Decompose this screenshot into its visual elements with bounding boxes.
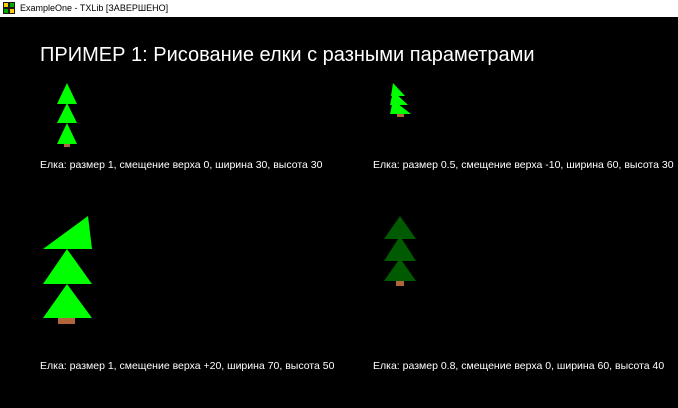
tree-drawing-4 (384, 216, 416, 286)
window-title: ExampleOne - TXLib [ЗАВЕРШЕНО] (20, 3, 169, 13)
tree-3-caption: Елка: размер 1, смещение верха +20, шири… (40, 360, 335, 372)
tree-4-tier-3 (384, 258, 416, 281)
window-titlebar: ExampleOne - TXLib [ЗАВЕРШЕНО] (0, 0, 678, 18)
tree-1-caption: Елка: размер 1, смещение верха 0, ширина… (40, 159, 323, 171)
tree-1-trunk (64, 143, 70, 147)
tree-2-tier-2 (390, 91, 408, 105)
tree-drawing-3 (43, 216, 92, 324)
tree-3-trunk (58, 317, 75, 324)
tree-4-trunk (396, 281, 404, 286)
txlib-app-icon (3, 2, 15, 14)
page-title: ПРИМЕР 1: Рисование елки с разными парам… (40, 44, 535, 66)
drawing-canvas: ПРИМЕР 1: Рисование елки с разными парам… (0, 17, 678, 408)
tree-drawing-2 (390, 83, 411, 117)
tree-4-caption: Елка: размер 0.8, смещение верха 0, шири… (373, 360, 665, 372)
tree-4-tier-2 (384, 236, 416, 261)
tree-1-tier-3 (57, 123, 77, 144)
tree-2-tier-3 (390, 100, 411, 114)
tree-1-tier-1 (57, 83, 77, 104)
tree-2-trunk (397, 113, 404, 117)
tree-2-tier-1 (391, 83, 405, 96)
tree-3-tier-2 (43, 249, 92, 284)
tree-4-tier-1 (384, 216, 416, 239)
tree-1-tier-2 (57, 103, 77, 123)
tree-3-tier-3 (43, 284, 92, 318)
tree-drawing-1 (57, 83, 77, 147)
tree-2-caption: Елка: размер 0.5, смещение верха -10, ши… (373, 159, 674, 171)
tree-3-tier-1 (43, 216, 92, 249)
